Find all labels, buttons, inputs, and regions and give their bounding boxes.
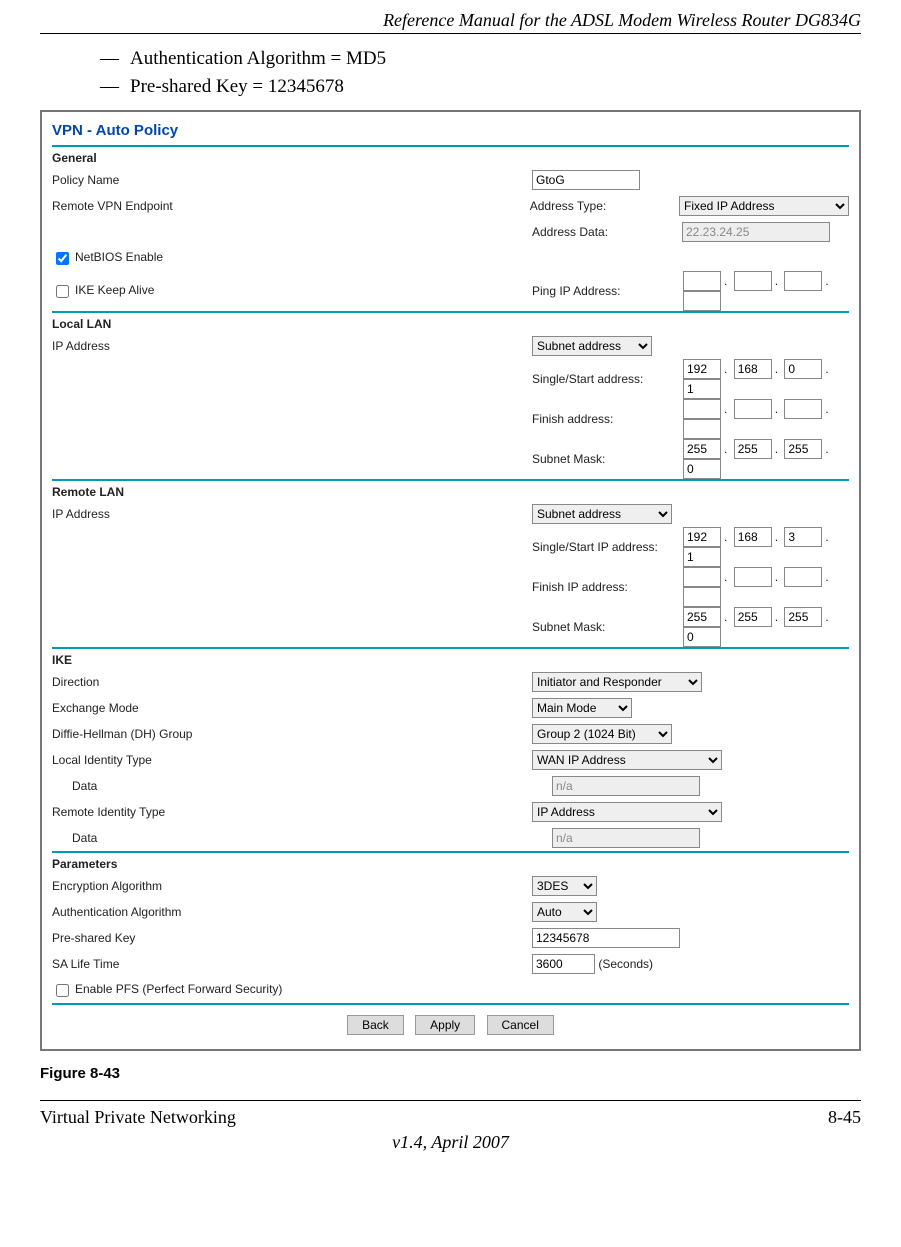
back-button[interactable]: Back — [347, 1015, 404, 1035]
local-id-type-label: Local Identity Type — [52, 753, 532, 767]
netbios-checkbox[interactable] — [56, 252, 69, 265]
section-general-heading: General — [52, 147, 849, 167]
ping-ip-octet-4[interactable] — [683, 291, 721, 311]
remote-id-data-label: Data — [52, 831, 552, 845]
header-rule — [40, 33, 861, 34]
address-type-select[interactable]: Fixed IP Address — [679, 196, 849, 216]
footer-version: v1.4, April 2007 — [40, 1132, 861, 1153]
ping-ip-octet-2[interactable] — [734, 271, 772, 291]
ike-keepalive-label[interactable]: IKE Keep Alive — [52, 283, 154, 297]
address-data-input[interactable] — [682, 222, 830, 242]
local-finish-octet-4[interactable] — [683, 419, 721, 439]
remote-start-octet-1[interactable] — [683, 527, 721, 547]
remote-ip-type-select[interactable]: Subnet address — [532, 504, 672, 524]
dh-select[interactable]: Group 2 (1024 Bit) — [532, 724, 672, 744]
pfs-checkbox-label[interactable]: Enable PFS (Perfect Forward Security) — [52, 982, 282, 996]
remote-start-octet-3[interactable] — [784, 527, 822, 547]
local-subnet-octet-3[interactable] — [784, 439, 822, 459]
enc-select[interactable]: 3DES — [532, 876, 597, 896]
local-id-type-select[interactable]: WAN IP Address — [532, 750, 722, 770]
local-start-octet-2[interactable] — [734, 359, 772, 379]
local-start-octet-3[interactable] — [784, 359, 822, 379]
auth-select[interactable]: Auto — [532, 902, 597, 922]
page-header-title: Reference Manual for the ADSL Modem Wire… — [40, 10, 861, 31]
remote-endpoint-label: Remote VPN Endpoint — [52, 199, 530, 213]
section-ike-heading: IKE — [52, 649, 849, 669]
address-data-label: Address Data: — [532, 225, 682, 239]
local-id-data-input[interactable] — [552, 776, 700, 796]
ike-keepalive-checkbox[interactable] — [56, 285, 69, 298]
ping-ip-label: Ping IP Address: — [532, 284, 682, 298]
policy-name-label: Policy Name — [52, 173, 532, 187]
ping-ip-octet-3[interactable] — [784, 271, 822, 291]
ping-ip-octet-1[interactable] — [683, 271, 721, 291]
exchange-label: Exchange Mode — [52, 701, 532, 715]
remote-id-type-select[interactable]: IP Address — [532, 802, 722, 822]
remote-id-type-label: Remote Identity Type — [52, 805, 532, 819]
local-finish-label: Finish address: — [532, 412, 682, 426]
local-finish-octet-2[interactable] — [734, 399, 772, 419]
sa-label: SA Life Time — [52, 957, 532, 971]
section-remote-lan-heading: Remote LAN — [52, 481, 849, 501]
remote-start-octet-2[interactable] — [734, 527, 772, 547]
local-subnet-octet-2[interactable] — [734, 439, 772, 459]
remote-finish-octet-4[interactable] — [683, 587, 721, 607]
bullet-line-2: —Pre-shared Key = 12345678 — [100, 76, 861, 98]
pfs-checkbox[interactable] — [56, 984, 69, 997]
remote-start-label: Single/Start IP address: — [532, 540, 682, 554]
footer-rule — [40, 1100, 861, 1101]
remote-subnet-octet-1[interactable] — [683, 607, 721, 627]
local-subnet-octet-4[interactable] — [683, 459, 721, 479]
remote-subnet-octet-3[interactable] — [784, 607, 822, 627]
auth-label: Authentication Algorithm — [52, 905, 532, 919]
remote-id-data-input[interactable] — [552, 828, 700, 848]
sa-input[interactable] — [532, 954, 595, 974]
remote-finish-octet-2[interactable] — [734, 567, 772, 587]
local-finish-octet-1[interactable] — [683, 399, 721, 419]
policy-name-input[interactable] — [532, 170, 640, 190]
remote-subnet-octet-2[interactable] — [734, 607, 772, 627]
panel-title: VPN - Auto Policy — [52, 118, 849, 145]
exchange-select[interactable]: Main Mode — [532, 698, 632, 718]
remote-ip-label: IP Address — [52, 507, 532, 521]
figure-caption: Figure 8-43 — [40, 1065, 861, 1082]
local-subnet-label: Subnet Mask: — [532, 452, 682, 466]
footer-left: Virtual Private Networking — [40, 1107, 236, 1128]
local-start-label: Single/Start address: — [532, 372, 682, 386]
remote-subnet-label: Subnet Mask: — [532, 620, 682, 634]
sa-unit: (Seconds) — [598, 957, 653, 971]
remote-finish-octet-3[interactable] — [784, 567, 822, 587]
local-ip-type-select[interactable]: Subnet address — [532, 336, 652, 356]
enc-label: Encryption Algorithm — [52, 879, 532, 893]
remote-subnet-octet-4[interactable] — [683, 627, 721, 647]
address-type-label: Address Type: — [530, 199, 679, 213]
section-local-lan-heading: Local LAN — [52, 313, 849, 333]
local-start-octet-1[interactable] — [683, 359, 721, 379]
remote-finish-octet-1[interactable] — [683, 567, 721, 587]
netbios-checkbox-label[interactable]: NetBIOS Enable — [52, 250, 163, 264]
direction-label: Direction — [52, 675, 532, 689]
remote-finish-label: Finish IP address: — [532, 580, 682, 594]
psk-input[interactable] — [532, 928, 680, 948]
local-start-octet-4[interactable] — [683, 379, 721, 399]
dh-label: Diffie-Hellman (DH) Group — [52, 727, 532, 741]
local-finish-octet-3[interactable] — [784, 399, 822, 419]
direction-select[interactable]: Initiator and Responder — [532, 672, 702, 692]
screenshot-panel: VPN - Auto Policy General Policy Name Re… — [40, 110, 861, 1051]
local-id-data-label: Data — [52, 779, 552, 793]
psk-label: Pre-shared Key — [52, 931, 532, 945]
apply-button[interactable]: Apply — [415, 1015, 475, 1035]
cancel-button[interactable]: Cancel — [487, 1015, 554, 1035]
footer-right: 8-45 — [828, 1107, 861, 1128]
local-ip-label: IP Address — [52, 339, 532, 353]
remote-start-octet-4[interactable] — [683, 547, 721, 567]
bullet-line-1: —Authentication Algorithm = MD5 — [100, 48, 861, 70]
section-params-heading: Parameters — [52, 853, 849, 873]
local-subnet-octet-1[interactable] — [683, 439, 721, 459]
